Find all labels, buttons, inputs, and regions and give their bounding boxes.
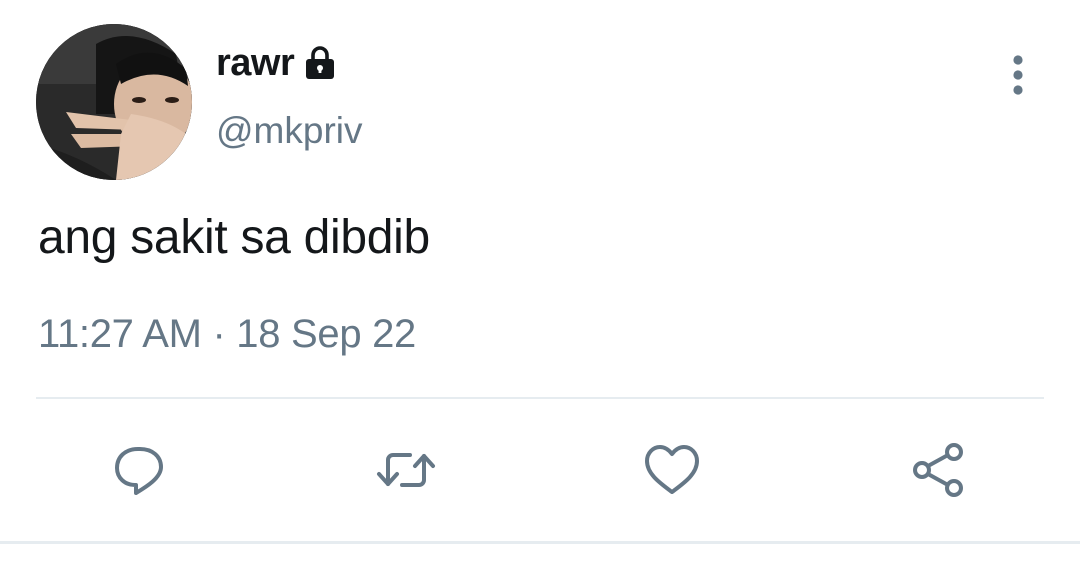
- reply-button[interactable]: [108, 438, 172, 502]
- display-name[interactable]: rawr: [216, 42, 295, 85]
- display-name-row: rawr: [216, 40, 338, 86]
- tweet-timestamp: 11:27 AM · 18 Sep 22: [38, 312, 416, 357]
- more-vertical-icon[interactable]: [996, 52, 1040, 98]
- share-icon: [913, 443, 963, 497]
- share-button[interactable]: [906, 438, 970, 502]
- avatar-image: [36, 24, 192, 180]
- timestamp-separator: ·: [201, 312, 237, 356]
- tweet-time[interactable]: 11:27 AM: [38, 312, 202, 356]
- reply-icon: [115, 447, 163, 495]
- tweet-date[interactable]: 18 Sep 22: [236, 312, 416, 356]
- divider: [36, 397, 1044, 399]
- retweet-icon: [377, 453, 435, 487]
- user-handle[interactable]: @mkpriv: [216, 110, 363, 152]
- heart-icon: [645, 445, 699, 494]
- bottom-divider: [0, 541, 1080, 544]
- like-button[interactable]: [640, 438, 704, 502]
- tweet-detail: rawr @mkpriv ang sakit sa dibdib 11:27 A…: [0, 0, 1080, 561]
- lock-icon: [302, 45, 338, 81]
- tweet-text: ang sakit sa dibdib: [38, 211, 430, 264]
- retweet-button[interactable]: [374, 438, 438, 502]
- avatar[interactable]: [36, 24, 192, 180]
